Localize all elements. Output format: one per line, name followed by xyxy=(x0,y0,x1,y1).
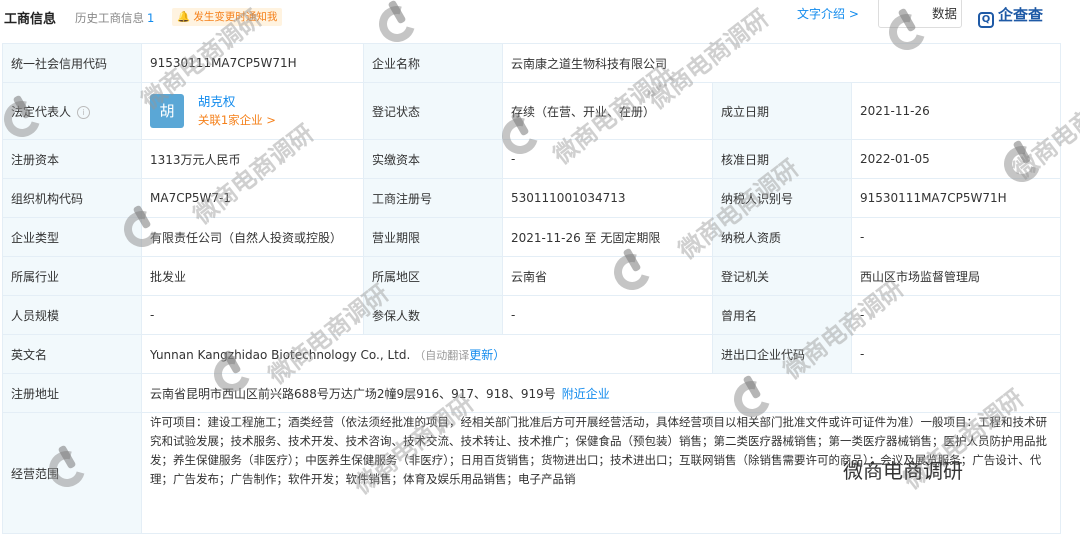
table-row: 企业类型 有限责任公司（自然人投资或控股） 营业期限 2021-11-26 至 … xyxy=(2,217,1061,257)
data-button[interactable]: 数据 xyxy=(878,0,962,28)
import-export-value: - xyxy=(851,334,1061,374)
table-row: 统一社会信用代码 91530111MA7CP5W71H 企业名称 云南康之道生物… xyxy=(2,43,1061,83)
table-row: 所属行业 批发业 所属地区 云南省 登记机关 西山区市场监督管理局 xyxy=(2,256,1061,296)
change-notify-button[interactable]: 🔔 发生变更时通知我 xyxy=(172,8,283,26)
biz-reg-no-value: 530111001034713 xyxy=(502,178,713,218)
taxpayer-id-value: 91530111MA7CP5W71H xyxy=(851,178,1061,218)
former-name-label: 曾用名 xyxy=(712,295,852,335)
insured-label: 参保人数 xyxy=(363,295,503,335)
watermark-bottom-text: 微商电商调研 xyxy=(843,459,963,483)
est-date-label: 成立日期 xyxy=(712,82,852,140)
notify-label: 发生变更时通知我 xyxy=(193,11,278,23)
biz-reg-no-label: 工商注册号 xyxy=(363,178,503,218)
staff-label: 人员规模 xyxy=(2,295,142,335)
brand-icon: Q xyxy=(978,12,994,28)
tab-history-label: 历史工商信息 xyxy=(75,11,144,25)
region-value: 云南省 xyxy=(502,256,713,296)
company-type-label: 企业类型 xyxy=(2,217,142,257)
company-name-label: 企业名称 xyxy=(363,43,503,83)
reg-capital-label: 注册资本 xyxy=(2,139,142,179)
reg-capital-value: 1313万元人民币 xyxy=(141,139,364,179)
taxpayer-qual-label: 纳税人资质 xyxy=(712,217,852,257)
company-name-value: 云南康之道生物科技有限公司 xyxy=(502,43,1061,83)
legal-rep-name-link[interactable]: 胡克权 xyxy=(198,94,236,109)
tab-business-info[interactable]: 工商信息 xyxy=(4,8,56,27)
est-date-value: 2021-11-26 xyxy=(851,82,1061,140)
address-value: 云南省昆明市西山区前兴路688号万达广场2幢9层916、917、918、919号 xyxy=(150,386,556,401)
staff-value: - xyxy=(141,295,364,335)
brand-logo: Q 企查查 xyxy=(978,4,1043,28)
scope-label: 经营范围 xyxy=(2,412,142,534)
address-label: 注册地址 xyxy=(2,373,142,413)
legal-rep-label: 法定代表人 xyxy=(11,104,72,119)
industry-value: 批发业 xyxy=(141,256,364,296)
table-row: 英文名 Yunnan Kangzhidao Biotechnology Co.,… xyxy=(2,334,1061,374)
reg-authority-value: 西山区市场监督管理局 xyxy=(851,256,1061,296)
table-row: 注册资本 1313万元人民币 实缴资本 - 核准日期 2022-01-05 xyxy=(2,139,1061,179)
industry-label: 所属行业 xyxy=(2,256,142,296)
brand-name: 企查查 xyxy=(998,6,1044,24)
taxpayer-id-label: 纳税人识别号 xyxy=(712,178,852,218)
region-label: 所属地区 xyxy=(363,256,503,296)
avatar[interactable]: 胡 xyxy=(150,94,184,128)
text-intro-link[interactable]: 文字介绍 > xyxy=(797,5,859,22)
reg-status-value: 存续（在营、开业、在册） xyxy=(502,82,713,140)
table-row: 组织机构代码 MA7CP5W7-1 工商注册号 530111001034713 … xyxy=(2,178,1061,218)
table-row: 人员规模 - 参保人数 - 曾用名 - xyxy=(2,295,1061,335)
related-companies-link[interactable]: 关联1家企业 > xyxy=(198,113,276,127)
english-name-cell: Yunnan Kangzhidao Biotechnology Co., Ltd… xyxy=(141,334,713,374)
import-export-label: 进出口企业代码 xyxy=(712,334,852,374)
tab-history-count: 1 xyxy=(147,11,155,25)
credit-code-value: 91530111MA7CP5W71H xyxy=(141,43,364,83)
term-value: 2021-11-26 至 无固定期限 xyxy=(502,217,713,257)
auto-translate-hint: （自动翻译 xyxy=(414,348,470,362)
top-bar: 工商信息 历史工商信息 1 🔔 发生变更时通知我 文字介绍 > 数据 Q 企查查 xyxy=(0,0,1080,36)
table-row: 注册地址 云南省昆明市西山区前兴路688号万达广场2幢9层916、917、918… xyxy=(2,373,1061,413)
org-code-label: 组织机构代码 xyxy=(2,178,142,218)
legal-rep-cell: 胡 胡克权 关联1家企业 > xyxy=(141,82,364,140)
company-type-value: 有限责任公司（自然人投资或控股） xyxy=(141,217,364,257)
credit-code-label: 统一社会信用代码 xyxy=(2,43,142,83)
org-code-value: MA7CP5W7-1 xyxy=(141,178,364,218)
taxpayer-qual-value: - xyxy=(851,217,1061,257)
approve-date-value: 2022-01-05 xyxy=(851,139,1061,179)
reg-authority-label: 登记机关 xyxy=(712,256,852,296)
legal-rep-label-cell: 法定代表人 i xyxy=(2,82,142,140)
paid-capital-value: - xyxy=(502,139,713,179)
paid-capital-label: 实缴资本 xyxy=(363,139,503,179)
term-label: 营业期限 xyxy=(363,217,503,257)
reg-status-label: 登记状态 xyxy=(363,82,503,140)
table-row: 法定代表人 i 胡 胡克权 关联1家企业 > 登记状态 存续（在营、开业、在册） … xyxy=(2,82,1061,140)
english-name-value: Yunnan Kangzhidao Biotechnology Co., Ltd… xyxy=(150,347,411,362)
nearby-companies-link[interactable]: 附近企业 xyxy=(562,387,610,401)
approve-date-label: 核准日期 xyxy=(712,139,852,179)
address-cell: 云南省昆明市西山区前兴路688号万达广场2幢9层916、917、918、919号… xyxy=(141,373,1061,413)
tab-history-business-info[interactable]: 历史工商信息 1 xyxy=(75,10,154,26)
info-icon[interactable]: i xyxy=(77,105,91,119)
former-name-value: - xyxy=(851,295,1061,335)
insured-value: - xyxy=(502,295,713,335)
update-link[interactable]: 更新） xyxy=(469,348,505,362)
english-name-label: 英文名 xyxy=(2,334,142,374)
